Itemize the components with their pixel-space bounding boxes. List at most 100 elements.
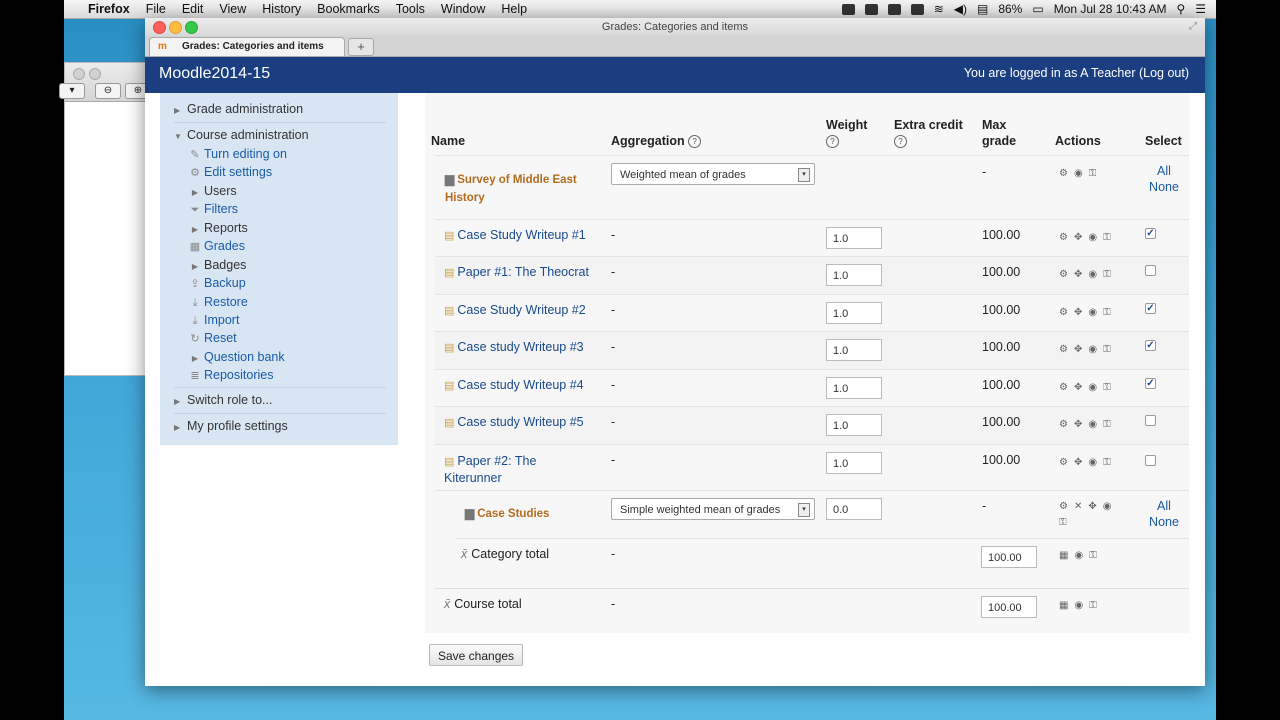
sidebar-item-reports[interactable]: ▶ Reports — [188, 219, 248, 237]
window-control-icon[interactable] — [89, 68, 101, 80]
lock-icon[interactable]: ⚿ — [1103, 419, 1117, 430]
lock-icon[interactable]: ⚿ — [1103, 382, 1117, 393]
zoom-window-icon[interactable] — [185, 21, 198, 34]
sidebar-item-question-bank[interactable]: ▶ Question bank — [188, 348, 285, 366]
menu-tools[interactable]: Tools — [388, 2, 433, 16]
select-checkbox[interactable]: ✓ — [1145, 378, 1156, 389]
zoom-out-icon[interactable]: ⊖ — [95, 83, 121, 99]
edit-gear-icon[interactable]: ⚙ — [1059, 419, 1074, 430]
lock-icon[interactable]: ⚿ — [1103, 307, 1117, 318]
status-icon[interactable] — [887, 3, 901, 15]
sidebar-item-badges[interactable]: ▶ Badges — [188, 256, 246, 274]
hide-eye-icon[interactable]: ◉ — [1088, 419, 1103, 430]
weight-input[interactable]: 1.0 — [826, 227, 882, 249]
wifi-icon[interactable]: ≋ — [934, 2, 944, 16]
lock-icon[interactable]: ⚿ — [1103, 457, 1117, 468]
sidebar-item-import[interactable]: ⤓ Import — [188, 311, 240, 329]
hide-eye-icon[interactable]: ◉ — [1074, 168, 1089, 179]
move-icon[interactable]: ✥ — [1074, 269, 1088, 280]
subcategory-name-link[interactable]: ▆ Case Studies — [465, 504, 549, 523]
flag-icon[interactable]: ▤ — [977, 2, 988, 16]
sidebar-my-profile-settings[interactable]: ▶ My profile settings — [174, 419, 386, 433]
help-icon[interactable]: ? — [826, 135, 839, 149]
edit-gear-icon[interactable]: ⚙ — [1059, 168, 1074, 179]
max-grade-input[interactable]: 100.00 — [981, 596, 1037, 618]
max-grade-input[interactable]: 100.00 — [981, 546, 1037, 568]
sidebar-item-grades[interactable]: ▦ Grades — [188, 237, 245, 255]
delete-icon[interactable]: ✕ — [1074, 501, 1088, 512]
status-icon[interactable] — [864, 3, 878, 15]
move-icon[interactable]: ✥ — [1074, 419, 1088, 430]
sidebar-item-repositories[interactable]: ≣ Repositories — [188, 366, 273, 384]
sidebar-item-users[interactable]: ▶ Users — [188, 182, 237, 200]
weight-input[interactable]: 1.0 — [826, 414, 882, 436]
hide-eye-icon[interactable]: ◉ — [1088, 232, 1103, 243]
lock-icon[interactable]: ⚿ — [1089, 550, 1103, 561]
menu-history[interactable]: History — [254, 2, 309, 16]
calculator-icon[interactable]: ▦ — [1059, 550, 1074, 561]
move-icon[interactable]: ✥ — [1074, 344, 1088, 355]
window-control-icon[interactable] — [73, 68, 85, 80]
select-checkbox[interactable] — [1145, 265, 1156, 276]
help-icon[interactable]: ? — [894, 135, 907, 149]
edit-gear-icon[interactable]: ⚙ — [1059, 382, 1074, 393]
spotlight-icon[interactable]: ⚲ — [1176, 2, 1185, 16]
sidebar-item-backup[interactable]: ⇪ Backup — [188, 274, 245, 292]
weight-input[interactable]: 1.0 — [826, 264, 882, 286]
minimize-window-icon[interactable] — [169, 21, 182, 34]
hide-eye-icon[interactable]: ◉ — [1088, 344, 1103, 355]
menu-edit[interactable]: Edit — [174, 2, 212, 16]
hide-eye-icon[interactable]: ◉ — [1074, 550, 1089, 561]
select-checkbox[interactable] — [1145, 415, 1156, 426]
menu-bookmarks[interactable]: Bookmarks — [309, 2, 388, 16]
lock-icon[interactable]: ⚿ — [1103, 269, 1117, 280]
lock-icon[interactable]: ⚿ — [1089, 600, 1103, 611]
grade-item-link[interactable]: ▤ Paper #2: The Kiterunner — [444, 453, 536, 486]
weight-input[interactable]: 1.0 — [826, 452, 882, 474]
move-icon[interactable]: ✥ — [1074, 457, 1088, 468]
sidebar-item-filters[interactable]: ⏷ Filters — [188, 200, 238, 218]
hide-eye-icon[interactable]: ◉ — [1103, 501, 1118, 512]
new-tab-button[interactable]: + — [348, 38, 374, 56]
battery-icon[interactable]: ▭ — [1032, 2, 1043, 16]
grade-item-link[interactable]: ▤ Case study Writeup #4 — [444, 378, 584, 392]
sidebar-item-restore[interactable]: ⤓ Restore — [188, 293, 248, 311]
calculator-icon[interactable]: ▦ — [1059, 600, 1074, 611]
select-checkbox[interactable]: ✓ — [1145, 228, 1156, 239]
menu-file[interactable]: File — [138, 2, 174, 16]
grade-item-link[interactable]: ▤ Case study Writeup #3 — [444, 340, 584, 354]
weight-input[interactable]: 1.0 — [826, 339, 882, 361]
weight-input[interactable]: 0.0 — [826, 498, 882, 520]
login-info[interactable]: You are logged in as A Teacher (Log out) — [964, 66, 1189, 80]
select-none-link[interactable]: None — [1144, 179, 1184, 195]
aggregation-select[interactable]: Simple weighted mean of grades ▾ — [611, 498, 815, 520]
edit-gear-icon[interactable]: ⚙ — [1059, 269, 1074, 280]
menu-window[interactable]: Window — [433, 2, 493, 16]
grade-item-link[interactable]: ▤ Case Study Writeup #1 — [444, 228, 586, 242]
menu-app-firefox[interactable]: Firefox — [80, 2, 138, 16]
status-icon[interactable] — [841, 3, 855, 15]
hide-eye-icon[interactable]: ◉ — [1088, 307, 1103, 318]
save-changes-button[interactable]: Save changes — [429, 644, 524, 666]
move-icon[interactable]: ✥ — [1088, 501, 1102, 512]
hide-eye-icon[interactable]: ◉ — [1074, 600, 1089, 611]
select-checkbox[interactable] — [1145, 455, 1156, 466]
dropdown-icon[interactable]: ▾ — [59, 83, 85, 99]
select-checkbox[interactable]: ✓ — [1145, 303, 1156, 314]
select-all-link[interactable]: All — [1144, 163, 1184, 179]
weight-input[interactable]: 1.0 — [826, 377, 882, 399]
browser-tab[interactable]: m Grades: Categories and items — [149, 37, 345, 56]
move-icon[interactable]: ✥ — [1074, 307, 1088, 318]
grade-item-link[interactable]: ▤ Paper #1: The Theocrat — [444, 265, 589, 279]
sidebar-course-administration[interactable]: ▼ Course administration — [174, 128, 386, 142]
edit-gear-icon[interactable]: ⚙ — [1059, 501, 1074, 512]
clock[interactable]: Mon Jul 28 10:43 AM — [1054, 2, 1167, 16]
move-icon[interactable]: ✥ — [1074, 382, 1088, 393]
select-checkbox[interactable]: ✓ — [1145, 340, 1156, 351]
lock-icon[interactable]: ⚿ — [1059, 517, 1073, 528]
help-icon[interactable]: ? — [688, 135, 702, 149]
lock-icon[interactable]: ⚿ — [1103, 344, 1117, 355]
aggregation-select[interactable]: Weighted mean of grades ▾ — [611, 163, 815, 185]
category-name-link[interactable]: ▆ Survey of Middle East History — [445, 170, 577, 207]
sidebar-switch-role[interactable]: ▶ Switch role to... — [174, 393, 386, 407]
